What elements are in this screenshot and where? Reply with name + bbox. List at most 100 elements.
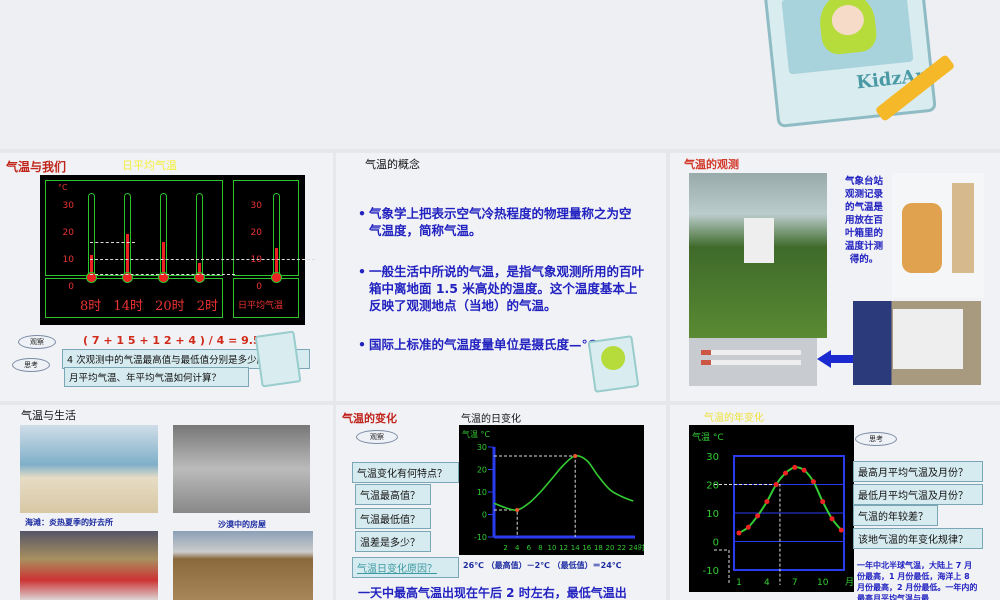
- data-point: [755, 513, 761, 519]
- tick-label: 0: [68, 282, 74, 292]
- x-tick-label: 10: [817, 578, 829, 588]
- question-box: 气温变化有何特点？: [352, 462, 459, 483]
- question-box: 该地气温的年变化规律？: [853, 528, 983, 549]
- data-point: [764, 499, 770, 505]
- y-tick-label: -10: [703, 566, 719, 577]
- question-box: 最高月平均气温及月份？: [853, 461, 983, 482]
- slide-title: 气温与我们: [6, 160, 67, 174]
- x-tick-label: 4: [515, 544, 520, 552]
- y-axis-label: 气温 °C: [462, 429, 491, 439]
- hotpot-photo: [20, 531, 158, 600]
- data-point: [801, 467, 807, 473]
- time-label: 8时: [80, 299, 102, 314]
- observe-cloud: 观察: [18, 335, 56, 349]
- x-axis-label: 时: [638, 543, 644, 552]
- question-box: 气温的年较差？: [853, 505, 938, 526]
- x-tick-label: 12: [559, 544, 568, 552]
- people-illustration: [892, 173, 984, 298]
- daily-average-label: 日平均气温: [238, 301, 284, 311]
- kidzart-notebook-icon: [254, 330, 302, 388]
- slide-thumbnail-4[interactable]: 气温与生活 海滩：炎热夏季的好去所 沙漠中的房屋: [0, 405, 333, 600]
- tick-label: 10: [62, 255, 74, 265]
- chart-title: 气温的日变化: [461, 414, 521, 425]
- data-point: [745, 524, 751, 530]
- cover-slide[interactable]: KidzArt: [0, 0, 1000, 149]
- data-point: [773, 482, 779, 487]
- slide-thumbnail-5[interactable]: 气温的变化 气温的日变化 观察 气温变化有何特点？ 气温最高值？ 气温最低值？ …: [336, 405, 666, 600]
- arrow-left-icon: [817, 350, 831, 368]
- observe-cloud: 观察: [356, 430, 398, 444]
- question-box: 月平均气温、年平均气温如何计算？: [64, 367, 249, 387]
- x-tick-label: 14: [571, 544, 580, 552]
- thermometer-bulb: [271, 272, 282, 283]
- data-point: [736, 530, 742, 536]
- slide-thumbnail-6[interactable]: 气温的年变化 气温 °C 30 20 10 0 -10 1 4 7 10 月 思考 最高月平均气温及…: [670, 405, 1000, 600]
- time-label: 20时: [155, 299, 185, 314]
- question-box: 最低月平均气温及月份？: [853, 484, 983, 505]
- x-tick-label: 16: [582, 544, 591, 552]
- x-tick-label: 6: [527, 544, 532, 552]
- time-label: 2时: [196, 299, 219, 314]
- y-tick-label: 0: [482, 511, 487, 520]
- slide-thumbnail-3[interactable]: 气温的观测 气象台站观测记录的气温是用放在百叶箱里的温度计测得的。: [670, 153, 1000, 401]
- weather-station-photo: [689, 173, 827, 338]
- annual-temperature-chart: 气温 °C 30 20 10 0 -10 1 4 7 10 月: [689, 425, 854, 592]
- question-box: 气温最低值？: [355, 508, 431, 529]
- temperature-difference-calc: 26℃ （最高值）－2℃ （最低值）＝24℃: [463, 561, 622, 570]
- x-tick-label: 7: [792, 578, 798, 588]
- daily-temperature-chart: 气温 °C3020100-102 4 6 8 10 12 14 16 18 20 22 24 时: [459, 425, 644, 555]
- instrument-shelter-photo: [853, 301, 981, 385]
- mercury-level: [126, 233, 129, 274]
- x-tick-label: 4: [764, 578, 770, 588]
- question-box: 气温最高值？: [355, 484, 431, 505]
- data-point: [820, 499, 826, 505]
- slide-thumbnail-1[interactable]: 气温与我们 日平均气温 °C 30 20 10 0 30 20 10 0 8时 14时…: [0, 153, 333, 401]
- slide-title: 气温与生活: [21, 409, 76, 422]
- slide-title: 气温的观测: [684, 158, 739, 171]
- y-tick-label: 10: [477, 488, 487, 497]
- y-tick-label: 0: [713, 538, 719, 549]
- unit-label: °C: [58, 183, 68, 192]
- mercury-level: [275, 248, 278, 274]
- y-tick-label: 20: [706, 481, 719, 492]
- bullet-item: • 气象学上把表示空气冷热程度的物理量称之为空气温度，简称气温。: [358, 206, 632, 238]
- observation-text: 气象台站观测记录的气温是用放在百叶箱里的温度计测得的。: [845, 176, 884, 265]
- mercury-level: [162, 241, 165, 274]
- x-tick-label: 10: [548, 544, 557, 552]
- think-cloud: 思考: [855, 432, 897, 446]
- y-tick-label: 20: [477, 466, 487, 475]
- question-box: 温差是多少？: [355, 531, 431, 552]
- time-label: 14时: [113, 299, 143, 314]
- min-point: [515, 508, 520, 512]
- data-point: [792, 464, 798, 470]
- y-tick-label: 30: [477, 443, 487, 452]
- desert-houses-photo: [173, 425, 310, 513]
- conclusion-text: 一天中最高气温出现在午后 2 时左右，最低气温出: [358, 586, 627, 600]
- daily-change-cause-link[interactable]: 气温日变化原因？: [352, 557, 459, 578]
- bullet-item: • 一般生活中所说的气温，是指气象观测所用的百叶箱中离地面 1.5 米高处的温度。…: [358, 264, 645, 313]
- beach-photo: [20, 425, 158, 513]
- kidzart-notebook-icon: [587, 335, 640, 393]
- slide-title: 气温的概念: [365, 158, 420, 171]
- y-tick-label: -10: [474, 533, 487, 542]
- average-formula: ( 7 + 1 5 + 1 2 + 4 ) / 4 = 9.5 ℃: [83, 334, 278, 347]
- y-axis-label: 气温 °C: [692, 431, 724, 443]
- x-tick-label: 2: [503, 544, 507, 552]
- slide-title: 气温的年变化: [704, 413, 764, 424]
- tick-label: 30: [62, 201, 74, 211]
- x-axis-label: 月: [845, 577, 854, 588]
- think-cloud: 思考: [12, 358, 50, 372]
- thermometer-panel: °C 30 20 10 0 30 20 10 0 8时 14时 20时 2时 日平均气…: [40, 175, 315, 325]
- data-point: [810, 479, 816, 485]
- x-tick-label: 8: [538, 544, 542, 552]
- frozen-field-photo: [173, 531, 313, 600]
- slide-thumbnail-2[interactable]: 气温的概念 • 气象学上把表示空气冷热程度的物理量称之为空气温度，简称气温。 • 一…: [336, 153, 666, 401]
- x-tick-label: 20: [606, 544, 615, 552]
- data-point: [838, 527, 844, 533]
- data-point: [829, 516, 835, 522]
- photo-caption: 沙漠中的房屋: [218, 520, 266, 529]
- x-tick-label: 24: [629, 544, 638, 552]
- y-tick-label: 30: [706, 452, 719, 463]
- slide-title: 气温的变化: [342, 412, 397, 425]
- slide-subtitle: 日平均气温: [122, 159, 177, 172]
